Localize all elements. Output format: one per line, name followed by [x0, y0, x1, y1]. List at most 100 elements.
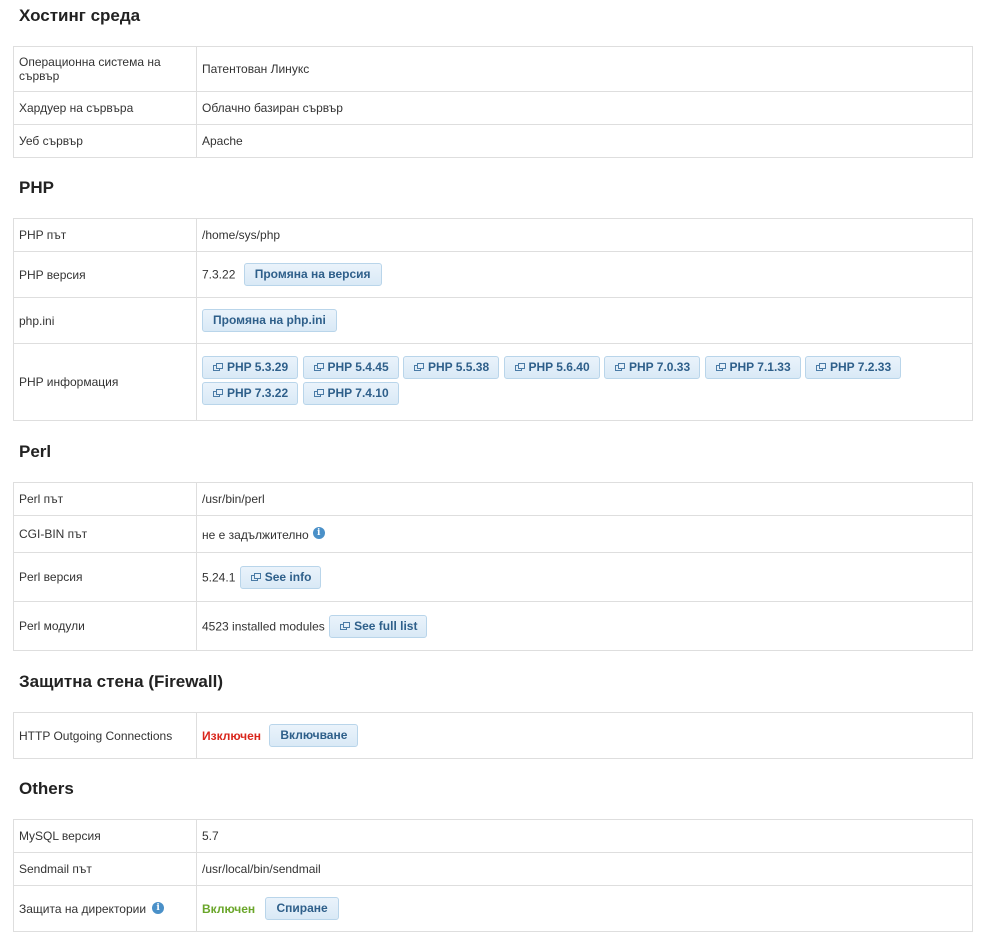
php-info-button[interactable]: PHP 5.5.38	[403, 356, 500, 379]
external-link-icon	[213, 363, 223, 372]
table-row: Уеб сървър Apache	[13, 124, 973, 158]
perl-table: Perl път /usr/bin/perl CGI-BIN път не е …	[13, 482, 973, 651]
php-info-button[interactable]: PHP 7.4.10	[302, 382, 399, 405]
external-link-icon	[615, 363, 625, 372]
php-info-button-label: PHP 5.3.29	[227, 360, 289, 374]
os-label: Операционна система на сървър	[13, 46, 197, 92]
external-link-icon	[816, 363, 826, 372]
hosting-table: Операционна система на сървър Патентован…	[13, 46, 973, 158]
see-info-button[interactable]: See info	[239, 565, 322, 589]
php-info-button-label: PHP 7.3.22	[227, 386, 289, 400]
php-path-label: PHP път	[13, 218, 197, 252]
table-row: CGI-BIN път не е задължително i	[13, 515, 973, 553]
external-link-icon	[340, 621, 351, 630]
php-info-button-label: PHP 7.1.33	[729, 360, 791, 374]
external-link-icon	[313, 389, 324, 398]
table-row: Perl път /usr/bin/perl	[13, 482, 973, 516]
mysql-version-label: MySQL версия	[13, 819, 197, 853]
table-row: Операционна система на сървър Патентован…	[13, 46, 973, 92]
php-info-button-label: PHP 7.0.33	[629, 360, 691, 374]
perl-modules-value: 4523 installed modules	[202, 619, 325, 633]
see-full-list-label: See full list	[354, 618, 418, 633]
perl-path-value: /usr/bin/perl	[196, 482, 973, 516]
php-info-button[interactable]: PHP 5.4.45	[302, 356, 399, 379]
dir-protection-label-cell: Защита на директории i	[13, 885, 197, 932]
perl-version-cell: 5.24.1 See info	[196, 552, 973, 602]
table-row: PHP версия 7.3.22 Промяна на версия	[13, 251, 973, 298]
perl-path-label: Perl път	[13, 482, 197, 516]
php-ini-label: php.ini	[13, 297, 197, 344]
section-title-php: PHP	[19, 178, 54, 197]
cgi-bin-label: CGI-BIN път	[13, 515, 197, 553]
stop-button[interactable]: Спиране	[265, 897, 339, 920]
php-info-label: PHP информация	[13, 343, 197, 421]
table-row: PHP път /home/sys/php	[13, 218, 973, 252]
php-path-value: /home/sys/php	[196, 218, 973, 252]
external-link-icon	[313, 363, 324, 372]
php-info-button-label: PHP 7.4.10	[327, 386, 389, 400]
status-badge: Изключен	[202, 728, 262, 743]
table-row: Хардуер на сървъра Облачно базиран сървъ…	[13, 91, 973, 125]
table-row: Sendmail път /usr/local/bin/sendmail	[13, 852, 973, 886]
section-title-perl: Perl	[19, 442, 52, 461]
hardware-value: Облачно базиран сървър	[196, 91, 973, 125]
info-icon[interactable]: i	[312, 527, 325, 540]
php-info-button[interactable]: PHP 7.3.22	[202, 382, 299, 405]
php-info-button-label: PHP 5.5.38	[428, 360, 490, 374]
php-info-button[interactable]: PHP 7.2.33	[805, 356, 902, 379]
external-link-icon	[514, 363, 525, 372]
info-icon[interactable]: i	[152, 901, 165, 914]
external-link-icon	[715, 363, 726, 372]
php-info-button[interactable]: PHP 7.0.33	[604, 356, 701, 379]
external-link-icon	[414, 363, 424, 372]
table-row: php.ini Промяна на php.ini	[13, 297, 973, 344]
perl-modules-label: Perl модули	[13, 601, 197, 651]
php-info-buttons: PHP 5.3.29 PHP 5.4.45 PHP 5.5.38 PHP 5.6…	[196, 343, 973, 421]
php-info-button-label: PHP 5.6.40	[528, 360, 590, 374]
sendmail-path-value: /usr/local/bin/sendmail	[196, 852, 973, 886]
mysql-version-value: 5.7	[196, 819, 973, 853]
table-row: PHP информация PHP 5.3.29 PHP 5.4.45 PHP…	[13, 343, 973, 421]
section-title-others: Others	[19, 779, 74, 798]
external-link-icon	[213, 389, 223, 398]
php-version-label: PHP версия	[13, 251, 197, 298]
http-outgoing-cell: Изключен Включване	[196, 712, 973, 759]
table-row: Perl модули 4523 installed modules See f…	[13, 601, 973, 651]
section-title-firewall: Защитна стена (Firewall)	[19, 672, 223, 691]
dir-protection-cell: Включен Спиране	[196, 885, 973, 932]
see-info-label: See info	[264, 569, 312, 584]
change-php-ini-button[interactable]: Промяна на php.ini	[202, 309, 337, 332]
cgi-bin-value: не е задължително	[202, 527, 309, 542]
see-full-list-button[interactable]: See full list	[329, 614, 428, 638]
cgi-bin-cell: не е задължително i	[196, 515, 973, 553]
table-row: Защита на директории i Включен Спиране	[13, 885, 973, 932]
sendmail-path-label: Sendmail път	[13, 852, 197, 886]
enable-button[interactable]: Включване	[269, 724, 359, 747]
php-ini-cell: Промяна на php.ini	[196, 297, 973, 344]
firewall-table: HTTP Outgoing Connections Изключен Включ…	[13, 712, 973, 759]
perl-version-value: 5.24.1	[202, 570, 236, 584]
php-table: PHP път /home/sys/php PHP версия 7.3.22 …	[13, 218, 973, 421]
php-info-button[interactable]: PHP 7.1.33	[704, 356, 801, 379]
php-info-button[interactable]: PHP 5.6.40	[503, 356, 600, 379]
web-server-label: Уеб сървър	[13, 124, 197, 158]
php-info-button[interactable]: PHP 5.3.29	[202, 356, 299, 379]
others-table: MySQL версия 5.7 Sendmail път /usr/local…	[13, 819, 973, 932]
php-info-button-label: PHP 5.4.45	[327, 360, 389, 374]
change-version-button[interactable]: Промяна на версия	[243, 263, 382, 286]
hosting-info-page: Хостинг среда Операционна система на сър…	[13, 0, 973, 932]
external-link-icon	[250, 572, 261, 581]
section-title-hosting: Хостинг среда	[19, 6, 141, 25]
perl-version-label: Perl версия	[13, 552, 197, 602]
php-version-cell: 7.3.22 Промяна на версия	[196, 251, 973, 298]
hardware-label: Хардуер на сървъра	[13, 91, 197, 125]
status-badge: Включен	[202, 901, 256, 916]
php-version-value: 7.3.22	[202, 267, 236, 282]
os-value: Патентован Линукс	[196, 46, 973, 92]
dir-protection-label: Защита на директории	[19, 901, 147, 916]
web-server-value: Apache	[196, 124, 973, 158]
php-info-button-label: PHP 7.2.33	[830, 360, 892, 374]
table-row: HTTP Outgoing Connections Изключен Включ…	[13, 712, 973, 759]
table-row: MySQL версия 5.7	[13, 819, 973, 853]
http-outgoing-label: HTTP Outgoing Connections	[13, 712, 197, 759]
